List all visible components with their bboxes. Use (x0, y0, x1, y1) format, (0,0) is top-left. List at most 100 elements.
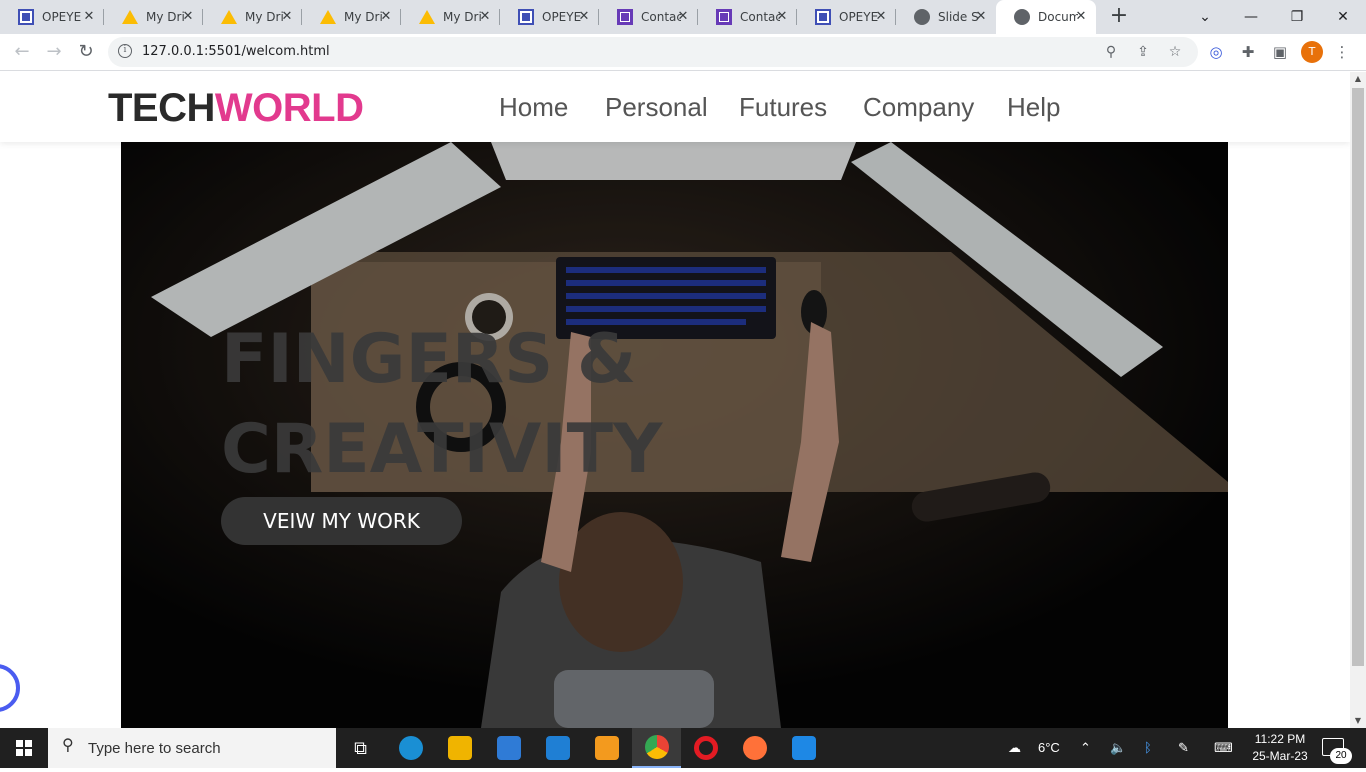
logo-world: WORLD (214, 86, 364, 130)
tab-title: My Dri (344, 10, 383, 24)
browser-tab[interactable]: Contac ✕ (698, 0, 797, 34)
tab-search-chevron-icon[interactable]: ⌄ (1182, 0, 1228, 34)
google-drive-icon (419, 10, 435, 24)
reload-button[interactable]: ↻ (74, 40, 98, 64)
browser-tab[interactable]: OPEYE ✕ (0, 0, 104, 34)
close-icon[interactable]: ✕ (676, 10, 690, 24)
tab-title: Contac (740, 10, 780, 24)
extensions-puzzle-icon[interactable]: ✚ (1237, 41, 1259, 63)
close-icon[interactable]: ✕ (775, 10, 789, 24)
restore-button[interactable]: ❐ (1274, 0, 1320, 34)
browser-tab[interactable]: My Dri ✕ (104, 0, 203, 34)
forms-icon (815, 9, 831, 25)
edge-icon[interactable] (386, 728, 435, 768)
volume-icon[interactable]: 🔈 (1110, 728, 1126, 768)
vscode-icon[interactable] (779, 728, 828, 768)
forms-icon (518, 9, 534, 25)
browser-tab[interactable]: My Dri ✕ (302, 0, 401, 34)
keyboard-icon[interactable]: ⌨ (1214, 728, 1233, 768)
google-forms-icon (617, 9, 633, 25)
store-icon[interactable] (484, 728, 533, 768)
site-logo[interactable]: TECHWORLD (108, 86, 364, 131)
browser-tab[interactable]: My Dri ✕ (401, 0, 500, 34)
menu-kebab-icon[interactable]: ⋮ (1331, 41, 1353, 63)
address-bar[interactable]: i 127.0.0.1:5501/welcom.html ⚲ ⇪ ☆ (108, 37, 1198, 67)
tab-title: OPEYE (542, 10, 582, 24)
weather-cloud-icon[interactable]: ☁ (1008, 728, 1032, 768)
bluetooth-icon[interactable]: ᛒ (1144, 728, 1152, 768)
scroll-down-arrow-icon[interactable]: ▼ (1350, 714, 1366, 728)
nav-help[interactable]: Help (1007, 92, 1060, 123)
site-info-icon[interactable]: i (118, 44, 132, 58)
minimize-button[interactable]: — (1228, 0, 1274, 34)
google-drive-icon (320, 10, 336, 24)
zoom-icon[interactable]: ⚲ (1102, 43, 1120, 61)
profile-avatar[interactable]: T (1301, 41, 1323, 63)
forward-button[interactable]: → (42, 40, 66, 64)
nav-company[interactable]: Company (863, 92, 974, 123)
browser-tab-active[interactable]: Docum ✕ (996, 0, 1096, 34)
browser-tab[interactable]: OPEYE ✕ (500, 0, 599, 34)
browser-tab[interactable]: My Dri ✕ (203, 0, 302, 34)
tab-title: My Dri (443, 10, 482, 24)
url-text[interactable]: 127.0.0.1:5501/welcom.html (142, 44, 330, 59)
extension-circle-icon[interactable]: ◎ (1205, 41, 1227, 63)
start-button[interactable] (0, 728, 48, 768)
page-scrollbar[interactable]: ▲ ▼ (1350, 72, 1366, 728)
uc-browser-icon[interactable] (582, 728, 631, 768)
tab-title: Slide S (938, 10, 978, 24)
mail-icon[interactable] (533, 728, 582, 768)
tab-title: OPEYE (42, 10, 82, 24)
browser-tab[interactable]: Slide S ✕ (896, 0, 996, 34)
weather-temperature[interactable]: 6°C (1038, 728, 1060, 768)
scrollbar-thumb[interactable] (1352, 88, 1364, 666)
search-placeholder: Type here to search (88, 740, 221, 757)
opera-icon[interactable] (681, 728, 730, 768)
close-window-button[interactable]: ✕ (1320, 0, 1366, 34)
close-icon[interactable]: ✕ (974, 10, 988, 24)
close-icon[interactable]: ✕ (577, 10, 591, 24)
back-button[interactable]: ← (10, 40, 34, 64)
close-icon[interactable]: ✕ (379, 10, 393, 24)
browser-tab[interactable]: Contac ✕ (599, 0, 698, 34)
chrome-icon[interactable] (632, 728, 681, 768)
close-icon[interactable]: ✕ (82, 10, 96, 24)
close-icon[interactable]: ✕ (1074, 10, 1088, 24)
tab-title: OPEYE (839, 10, 879, 24)
tab-title: My Dri (146, 10, 185, 24)
close-icon[interactable]: ✕ (181, 10, 195, 24)
hero-title: FINGERS & CREATIVITY (221, 315, 662, 495)
task-view-icon[interactable]: ⧉ (336, 728, 385, 768)
hero-title-line1: FINGERS & (221, 320, 637, 399)
bookmark-star-icon[interactable]: ☆ (1166, 43, 1184, 61)
logo-tech: TECH (108, 86, 215, 130)
windows-taskbar: ⚲ Type here to search ⧉ ☁ 6°C ⌃ 🔈 ᛒ ✎ ⌨ … (0, 728, 1366, 768)
search-icon: ⚲ (62, 737, 74, 754)
side-panel-icon[interactable]: ▣ (1269, 41, 1291, 63)
nav-personal[interactable]: Personal (605, 92, 708, 123)
google-forms-icon (716, 9, 732, 25)
firefox-icon[interactable] (730, 728, 779, 768)
globe-icon (1014, 9, 1030, 25)
browser-tab[interactable]: OPEYE ✕ (797, 0, 896, 34)
tab-title: Contac (641, 10, 681, 24)
hero-title-line2: CREATIVITY (221, 410, 663, 489)
tray-chevron-icon[interactable]: ⌃ (1080, 728, 1091, 768)
nav-home[interactable]: Home (499, 92, 568, 123)
google-drive-icon (122, 10, 138, 24)
pen-icon[interactable]: ✎ (1178, 728, 1189, 768)
google-drive-icon (221, 10, 237, 24)
new-tab-button[interactable]: + (1108, 5, 1130, 28)
taskbar-search-box[interactable]: ⚲ Type here to search (48, 728, 336, 768)
close-icon[interactable]: ✕ (478, 10, 492, 24)
view-my-work-button[interactable]: VEIW MY WORK (221, 497, 462, 545)
close-icon[interactable]: ✕ (874, 10, 888, 24)
browser-toolbar: ← → ↻ i 127.0.0.1:5501/welcom.html ⚲ ⇪ ☆… (0, 34, 1366, 71)
share-icon[interactable]: ⇪ (1134, 43, 1152, 61)
taskbar-clock[interactable]: 11:22 PM 25-Mar-23 (1244, 731, 1316, 765)
nav-futures[interactable]: Futures (739, 92, 827, 123)
chat-widget-icon[interactable] (0, 664, 20, 712)
file-explorer-icon[interactable] (435, 728, 484, 768)
close-icon[interactable]: ✕ (280, 10, 294, 24)
scroll-up-arrow-icon[interactable]: ▲ (1350, 72, 1366, 86)
